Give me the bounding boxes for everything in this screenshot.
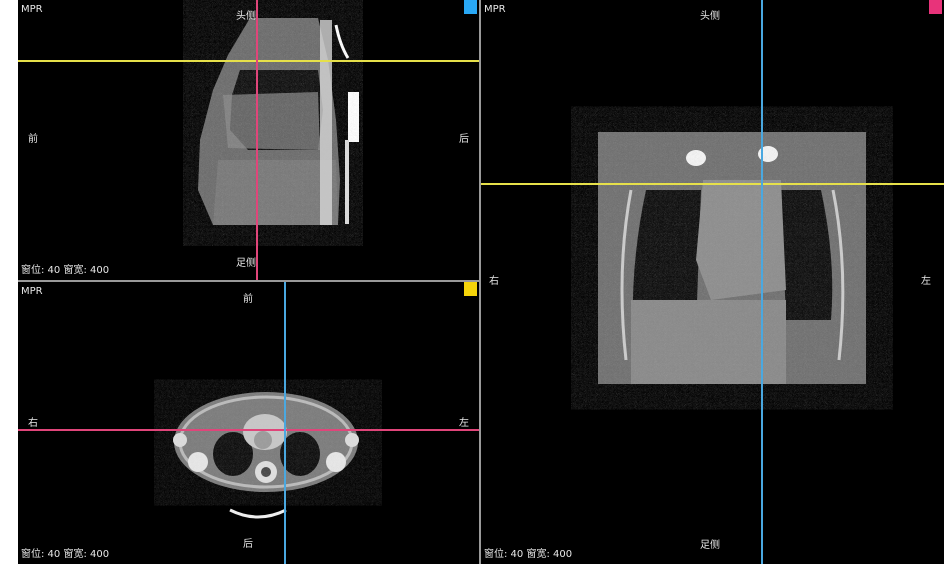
coronal-ct-image: [598, 132, 866, 384]
viewport-color-marker[interactable]: [929, 0, 942, 14]
window-level-readout: 窗位: 40 窗宽: 400: [21, 549, 110, 560]
sagittal-ct-image: [198, 18, 359, 225]
axial-ct-image: [173, 390, 363, 519]
sagittal-crosshair-horizontal[interactable]: [18, 60, 479, 62]
axial-crosshair-horizontal[interactable]: [18, 429, 479, 431]
coronal-viewport[interactable]: MPR 头侧 足侧 右 左 窗位: 40 窗宽: 400: [481, 0, 944, 564]
axial-crosshair-vertical[interactable]: [284, 282, 286, 564]
orientation-left-label: 前: [28, 134, 38, 145]
window-level-readout: 窗位: 40 窗宽: 400: [21, 265, 110, 276]
orientation-bottom-label: 后: [243, 539, 253, 550]
window-level-readout: 窗位: 40 窗宽: 400: [484, 549, 573, 560]
axial-viewport[interactable]: MPR 前 后 右 左 窗位: 40 窗宽: 400: [18, 282, 479, 564]
orientation-right-label: 后: [459, 134, 469, 145]
viewport-title: MPR: [21, 286, 43, 297]
orientation-left-label: 右: [28, 418, 38, 429]
orientation-right-label: 左: [921, 276, 931, 287]
viewport-title: MPR: [21, 4, 43, 15]
orientation-right-label: 左: [459, 418, 469, 429]
viewport-color-marker[interactable]: [464, 282, 477, 296]
viewport-color-marker[interactable]: [464, 0, 477, 14]
coronal-crosshair-vertical[interactable]: [761, 0, 763, 564]
orientation-top-label: 前: [243, 294, 253, 305]
orientation-bottom-label: 足侧: [236, 258, 256, 269]
sagittal-viewport[interactable]: MPR 头侧 足侧 前 后 窗位: 40 窗宽: 400: [18, 0, 479, 280]
mpr-viewer: MPR 头侧 足侧 前 后 窗位: 40 窗宽: 400 MPR 前 后 右 左…: [18, 0, 944, 564]
coronal-crosshair-horizontal[interactable]: [481, 183, 944, 185]
sagittal-crosshair-vertical[interactable]: [256, 0, 258, 280]
orientation-left-label: 右: [489, 276, 499, 287]
orientation-top-label: 头侧: [236, 11, 256, 22]
orientation-bottom-label: 足侧: [700, 540, 720, 551]
orientation-top-label: 头侧: [700, 11, 720, 22]
viewport-title: MPR: [484, 4, 506, 15]
